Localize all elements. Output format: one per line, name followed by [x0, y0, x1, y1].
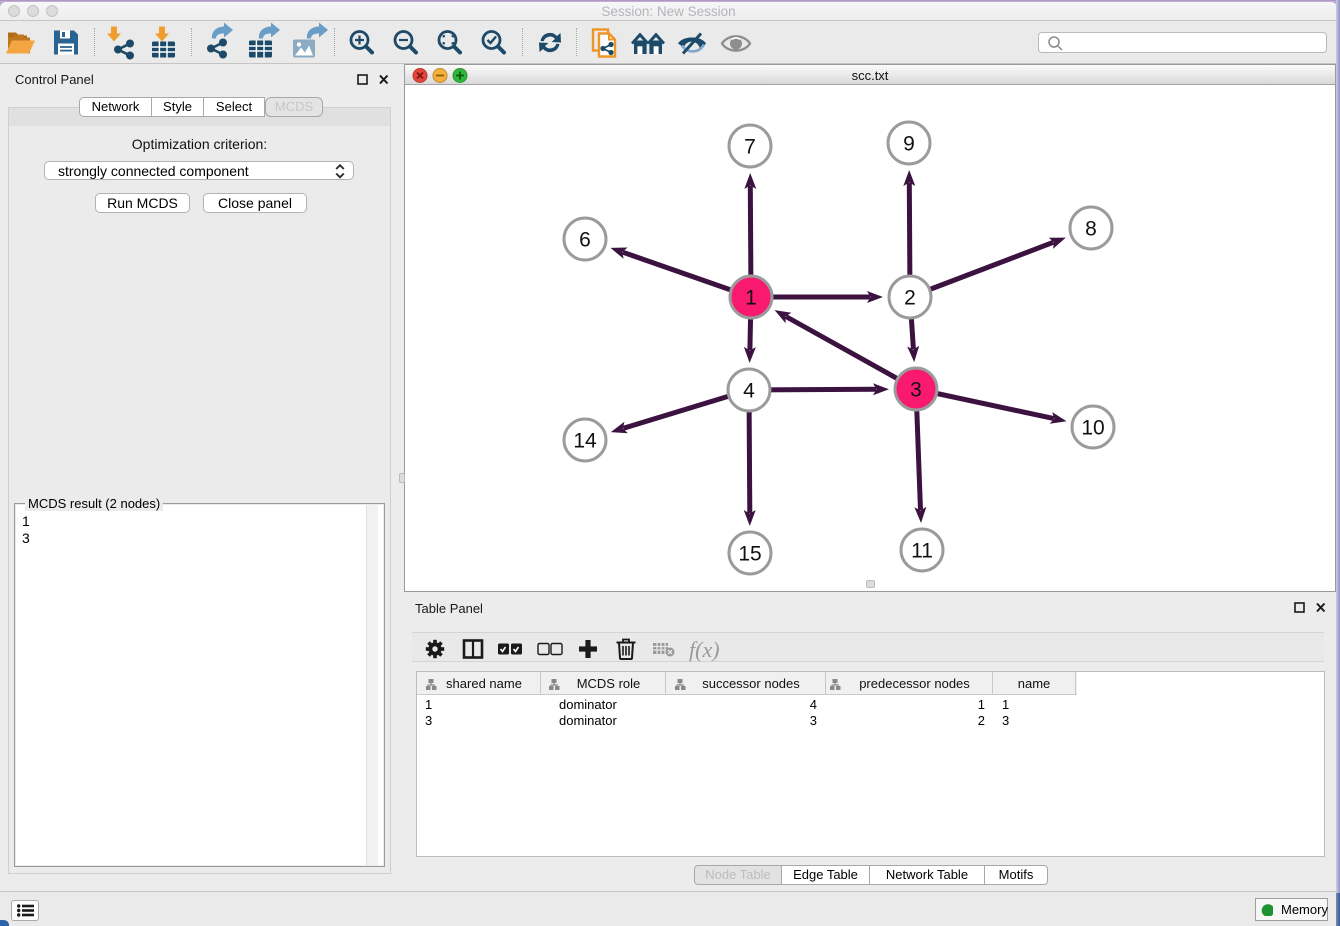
svg-text:1: 1 — [745, 287, 757, 310]
svg-text:7: 7 — [744, 136, 756, 159]
svg-text:15: 15 — [738, 543, 761, 566]
svg-text:9: 9 — [903, 133, 915, 156]
svg-text:11: 11 — [911, 540, 933, 563]
svg-text:10: 10 — [1081, 417, 1104, 440]
svg-text:4: 4 — [743, 380, 755, 403]
svg-text:2: 2 — [904, 287, 916, 310]
svg-text:6: 6 — [579, 229, 591, 252]
svg-text:8: 8 — [1085, 218, 1097, 241]
svg-text:14: 14 — [573, 430, 597, 453]
svg-text:f(x): f(x) — [689, 637, 720, 662]
svg-text:3: 3 — [910, 379, 922, 402]
